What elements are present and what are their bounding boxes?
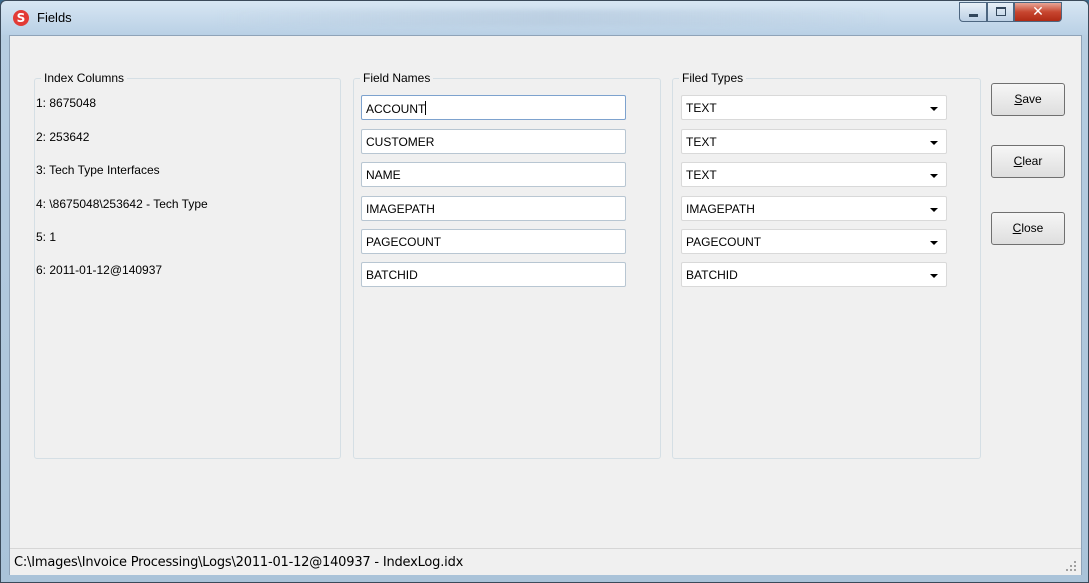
save-label: ave <box>1022 92 1042 106</box>
field-type-value: PAGECOUNT <box>686 235 762 249</box>
close-window-button[interactable]: ✕ <box>1014 2 1062 22</box>
field-type-value: TEXT <box>686 135 717 149</box>
close-icon: ✕ <box>1032 4 1044 20</box>
title-bar[interactable]: S Fields ✕ <box>1 1 1088 35</box>
clear-label: lear <box>1022 154 1043 168</box>
field-name-value: NAME <box>366 168 401 182</box>
chevron-down-icon <box>930 141 938 145</box>
close-button[interactable]: Close <box>991 212 1065 245</box>
field-type-value: TEXT <box>686 101 717 115</box>
field-name-value: CUSTOMER <box>366 135 435 149</box>
chevron-down-icon <box>930 174 938 178</box>
index-column-item: 3: Tech Type Interfaces <box>36 163 160 177</box>
field-type-value: IMAGEPATH <box>686 202 755 216</box>
index-column-item: 1: 8675048 <box>36 96 97 110</box>
field-name-input[interactable]: BATCHID <box>361 262 626 287</box>
field-type-select[interactable]: TEXT <box>681 129 947 154</box>
chevron-down-icon <box>930 107 938 111</box>
window-title: Fields <box>37 10 72 25</box>
field-type-select[interactable]: IMAGEPATH <box>681 196 947 221</box>
save-button[interactable]: Save <box>991 83 1065 116</box>
index-column-item: 5: 1 <box>36 230 57 244</box>
field-name-value: ACCOUNT <box>366 102 426 116</box>
maximize-icon <box>996 7 1006 16</box>
field-type-select[interactable]: TEXT <box>681 95 947 120</box>
field-names-label: Field Names <box>360 71 434 85</box>
field-types-label: Filed Types <box>679 71 747 85</box>
resize-grip-icon[interactable] <box>1065 560 1077 572</box>
field-type-select[interactable]: BATCHID <box>681 262 947 287</box>
close-label: lose <box>1021 221 1044 235</box>
maximize-button[interactable] <box>987 2 1014 22</box>
clear-button[interactable]: Clear <box>991 145 1065 178</box>
index-column-item: 6: 2011-01-12@140937 <box>36 263 163 277</box>
blurred-background-title <box>211 10 891 26</box>
chevron-down-icon <box>930 241 938 245</box>
field-name-input[interactable]: PAGECOUNT <box>361 229 626 254</box>
fields-window: S Fields ✕ Index Columns 1: 8675048 2: 2… <box>0 0 1089 583</box>
minimize-button[interactable] <box>959 2 987 22</box>
field-type-select[interactable]: PAGECOUNT <box>681 229 947 254</box>
field-name-input[interactable]: ACCOUNT <box>361 95 626 120</box>
field-name-value: PAGECOUNT <box>366 235 442 249</box>
field-name-input[interactable]: NAME <box>361 162 626 187</box>
field-name-input[interactable]: IMAGEPATH <box>361 196 626 221</box>
index-columns-label: Index Columns <box>41 71 128 85</box>
field-type-select[interactable]: TEXT <box>681 162 947 187</box>
minimize-icon <box>969 14 978 17</box>
status-path: C:\Images\Invoice Processing\Logs\2011-0… <box>14 555 464 570</box>
field-name-input[interactable]: CUSTOMER <box>361 129 626 154</box>
chevron-down-icon <box>930 208 938 212</box>
field-name-value: IMAGEPATH <box>366 202 435 216</box>
client-area: Index Columns 1: 8675048 2: 253642 3: Te… <box>9 35 1082 575</box>
text-caret <box>425 101 427 115</box>
app-icon: S <box>13 10 29 26</box>
index-column-item: 2: 253642 <box>36 130 90 144</box>
field-type-value: BATCHID <box>686 268 738 282</box>
index-column-item: 4: \8675048\253642 - Tech Type <box>36 197 208 211</box>
status-bar: C:\Images\Invoice Processing\Logs\2011-0… <box>10 548 1081 575</box>
field-name-value: BATCHID <box>366 268 418 282</box>
chevron-down-icon <box>930 274 938 278</box>
field-type-value: TEXT <box>686 168 717 182</box>
